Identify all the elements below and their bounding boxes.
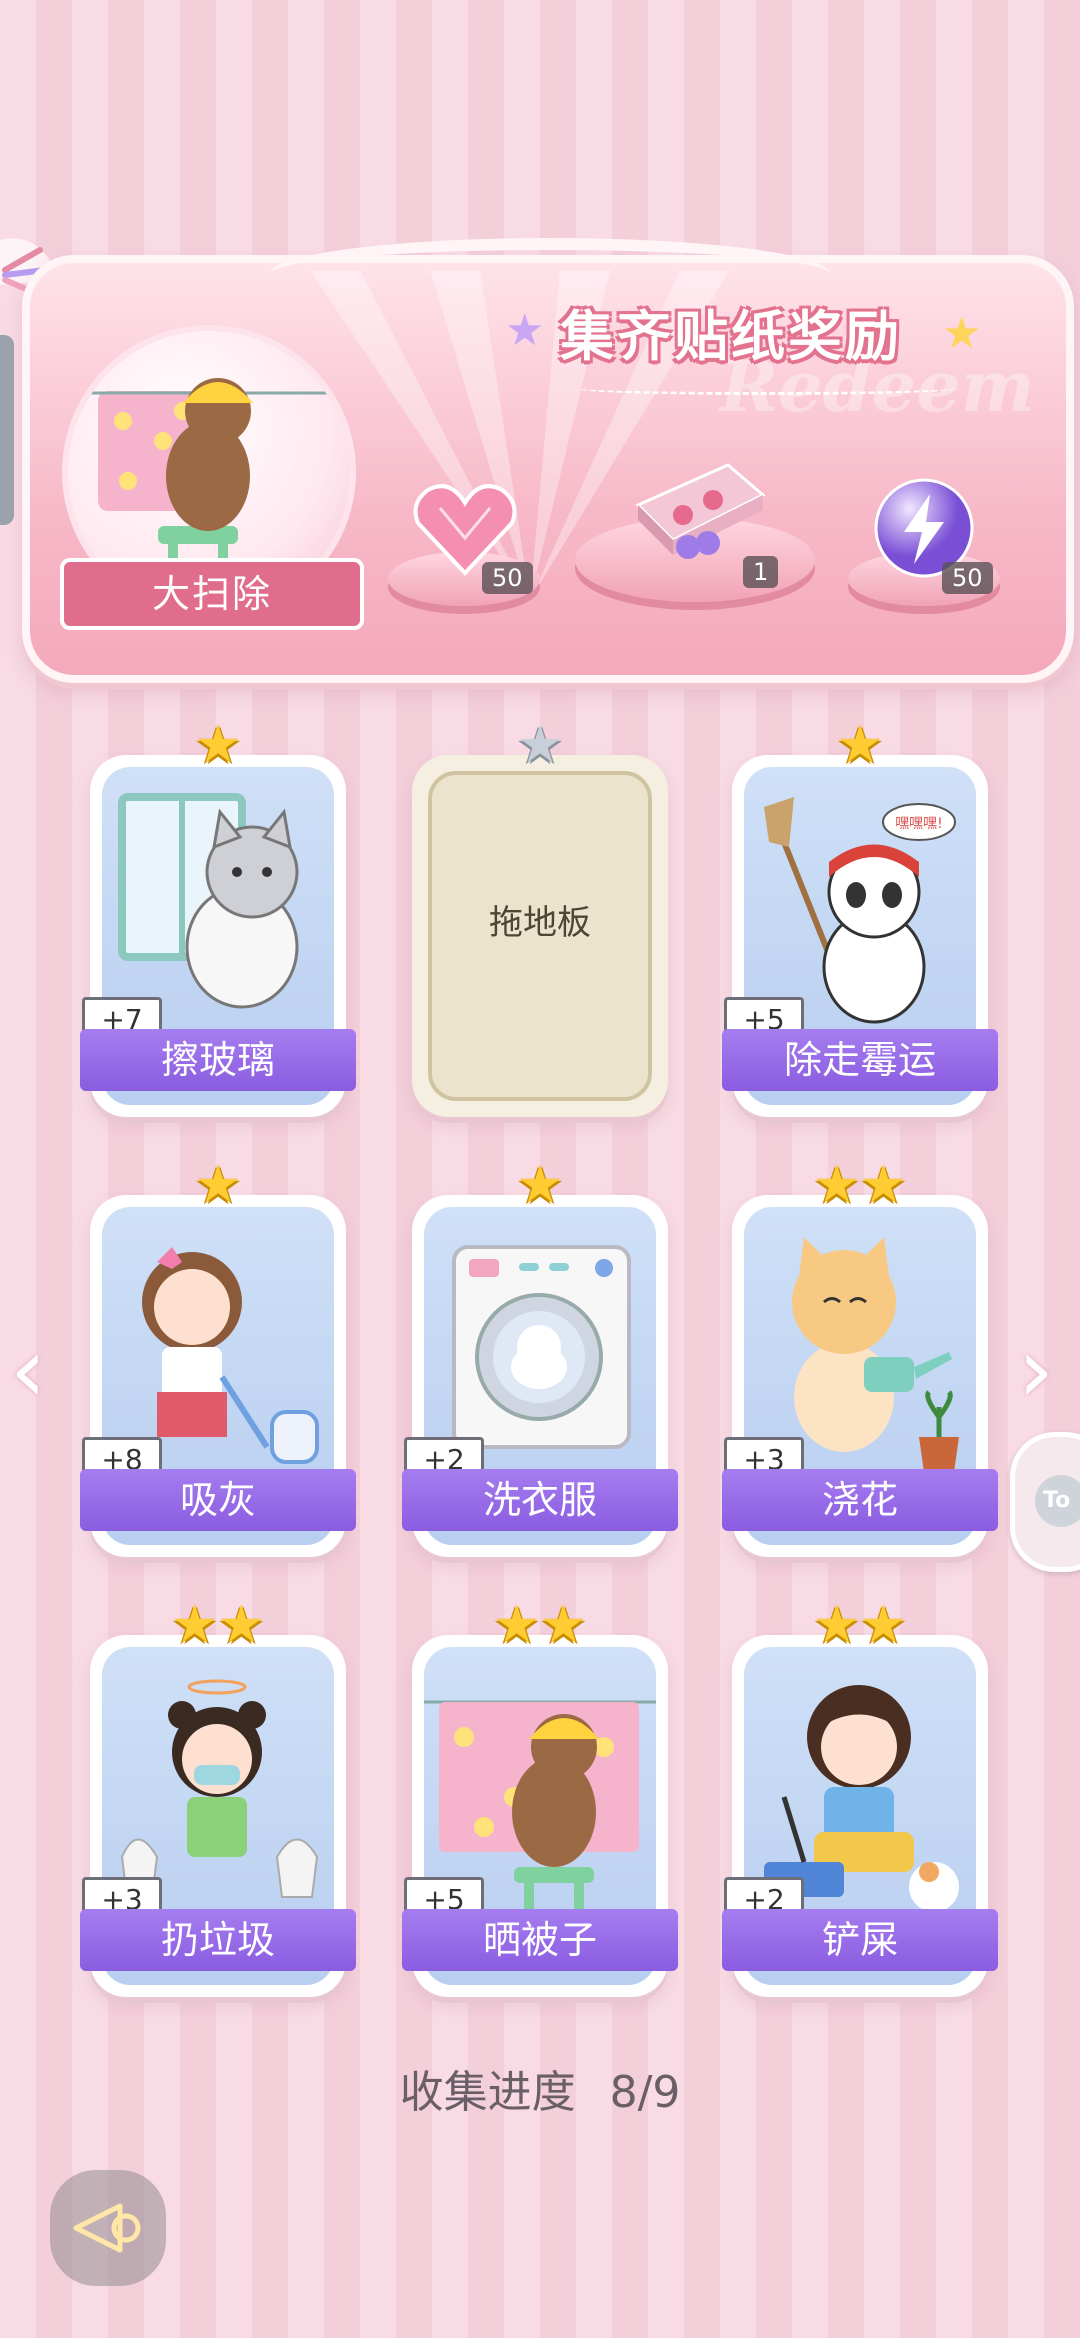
sticker-card-watering[interactable]: ★★ +3 浇花 xyxy=(722,1155,998,1557)
sticker-name: 除走霉运 xyxy=(722,1029,998,1091)
side-tab[interactable] xyxy=(0,335,14,525)
star-rating: ★ xyxy=(836,715,884,775)
back-arrow-icon xyxy=(73,2203,141,2253)
star-rating: ★★ xyxy=(493,1595,587,1655)
sticker-card-panda[interactable]: ★ 嘿嘿嘿! +5 除走霉运 xyxy=(722,715,998,1117)
banner-title: 集齐贴纸奖励 xyxy=(560,305,902,368)
side-button-label: To xyxy=(1035,1475,1080,1527)
sticker-card-window[interactable]: ★ +7 擦玻璃 xyxy=(80,715,356,1117)
star-rating: ★★ xyxy=(813,1155,907,1215)
sticker-name: 铲屎 xyxy=(722,1909,998,1971)
reward-count: 50 xyxy=(482,562,533,594)
sticker-name: 浇花 xyxy=(722,1469,998,1531)
back-button[interactable] xyxy=(50,2170,166,2286)
title-underline xyxy=(575,382,955,395)
sticker-name: 吸灰 xyxy=(80,1469,356,1531)
sticker-name: 擦玻璃 xyxy=(80,1029,356,1091)
sticker-name: 扔垃圾 xyxy=(80,1909,356,1971)
reward-count: 50 xyxy=(942,562,993,594)
star-rating: ★ xyxy=(194,1155,242,1215)
star-icon: ★ xyxy=(942,308,982,359)
sticker-card-locked[interactable]: ★ 拖地板 xyxy=(412,715,668,1117)
reward-count: 1 xyxy=(743,556,779,588)
progress-label: 收集进度 xyxy=(399,2067,576,2118)
star-rating: ★★ xyxy=(813,1595,907,1655)
collection-progress: 收集进度 8/9 xyxy=(0,2056,1080,2120)
panda-speech-text: 嘿嘿嘿! xyxy=(895,816,943,832)
sticker-card-litter[interactable]: ★★ +2 铲屎 xyxy=(722,1595,998,1997)
star-icon: ★ xyxy=(505,305,545,356)
star-rating: ★★ xyxy=(171,1595,265,1655)
sticker-card-trash[interactable]: ★★ +3 扔垃圾 xyxy=(80,1595,356,1997)
prev-page-arrow-icon[interactable]: ‹ xyxy=(10,1318,46,1423)
star-rating: ★ xyxy=(194,715,242,775)
sticker-card-quilt[interactable]: ★★ +5 晒被子 xyxy=(402,1595,678,1997)
sticker-card-laundry[interactable]: ★ +2 洗衣服 xyxy=(402,1155,678,1557)
star-rating-locked: ★ xyxy=(516,715,564,775)
sticker-name: 晒被子 xyxy=(402,1909,678,1971)
gift-box-icon[interactable] xyxy=(628,435,768,565)
progress-value: 8/9 xyxy=(609,2067,681,2118)
sticker-name-locked: 拖地板 xyxy=(489,903,591,943)
sticker-card-vacuum[interactable]: ★ +8 吸灰 xyxy=(80,1155,356,1557)
sticker-name: 洗衣服 xyxy=(402,1469,678,1531)
featured-sticker-label: 大扫除 xyxy=(60,558,364,630)
star-rating: ★ xyxy=(516,1155,564,1215)
side-floating-button[interactable]: To xyxy=(1010,1432,1080,1572)
next-page-arrow-icon[interactable]: › xyxy=(1018,1318,1054,1423)
